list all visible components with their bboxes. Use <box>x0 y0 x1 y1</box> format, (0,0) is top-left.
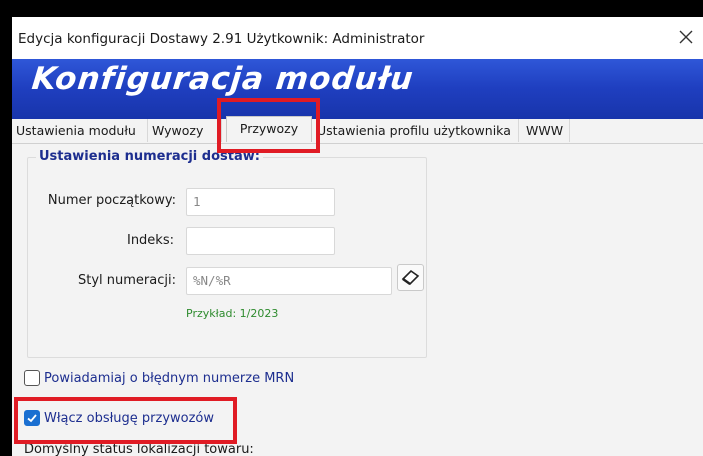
banner-title: Konfiguracja modułu <box>30 61 416 97</box>
window-title: Edycja konfiguracji Dostawy 2.91 Użytkow… <box>18 31 425 47</box>
tab-exports[interactable]: Wywozy <box>148 119 222 142</box>
highlight-box-checkbox <box>14 397 237 444</box>
screen-border-top <box>0 0 703 17</box>
close-icon[interactable] <box>674 25 698 49</box>
config-dialog: Edycja konfiguracji Dostawy 2.91 Użytkow… <box>12 17 703 456</box>
highlight-box-tab <box>217 98 320 153</box>
tab-www[interactable]: WWW <box>522 119 570 142</box>
mrn-notify-checkbox[interactable] <box>24 370 40 386</box>
index-label: Indeks: <box>126 233 174 248</box>
module-banner: Konfiguracja modułu <box>12 59 703 123</box>
numbering-style-field[interactable]: %N/%R <box>186 267 392 295</box>
numbering-example: Przykład: 1/2023 <box>186 307 279 320</box>
screen-border-left <box>0 0 12 456</box>
default-status-label: Domyślny status lokalizacji towaru: <box>24 442 254 456</box>
edit-style-button[interactable] <box>397 264 424 291</box>
eraser-icon <box>401 269 420 286</box>
index-field[interactable] <box>186 227 335 255</box>
mrn-notify-row[interactable]: Powiadamiaj o błędnym numerze MRN <box>24 369 344 389</box>
tab-bar: Ustawienia modułu Wywozy Przywozy Ustawi… <box>12 116 703 144</box>
numbering-style-label: Styl numeracji: <box>78 273 176 288</box>
tab-user-profile-settings[interactable]: Ustawienia profilu użytkownika <box>313 119 519 142</box>
start-number-field[interactable]: 1 <box>186 188 335 216</box>
start-number-label: Numer początkowy: <box>47 193 176 208</box>
mrn-notify-label: Powiadamiaj o błędnym numerze MRN <box>44 371 295 386</box>
title-bar: Edycja konfiguracji Dostawy 2.91 Użytkow… <box>12 17 703 59</box>
tab-module-settings[interactable]: Ustawienia modułu <box>12 119 148 142</box>
